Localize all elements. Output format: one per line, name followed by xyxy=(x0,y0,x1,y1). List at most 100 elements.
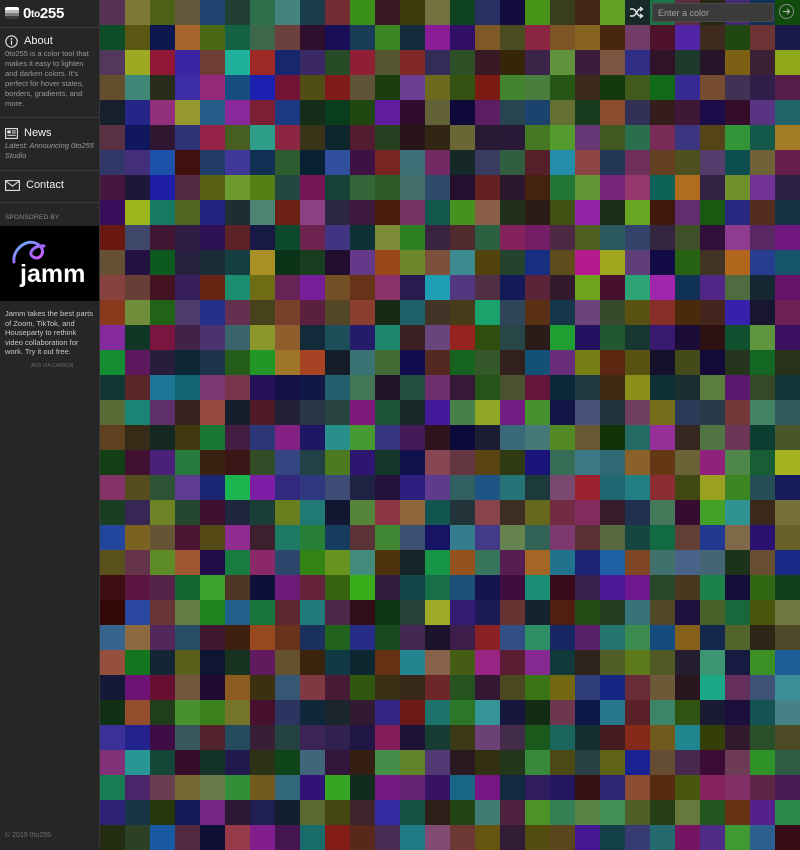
color-swatch[interactable] xyxy=(675,625,700,650)
color-swatch[interactable] xyxy=(600,0,625,25)
color-swatch[interactable] xyxy=(525,525,550,550)
color-swatch[interactable] xyxy=(775,175,800,200)
color-swatch[interactable] xyxy=(575,350,600,375)
color-swatch[interactable] xyxy=(725,325,750,350)
color-swatch[interactable] xyxy=(725,275,750,300)
color-swatch[interactable] xyxy=(475,525,500,550)
color-swatch[interactable] xyxy=(325,125,350,150)
color-swatch[interactable] xyxy=(700,475,725,500)
color-swatch[interactable] xyxy=(625,800,650,825)
color-swatch[interactable] xyxy=(375,525,400,550)
color-swatch[interactable] xyxy=(450,600,475,625)
color-swatch[interactable] xyxy=(175,300,200,325)
color-swatch[interactable] xyxy=(450,750,475,775)
color-swatch[interactable] xyxy=(425,75,450,100)
color-swatch[interactable] xyxy=(100,50,125,75)
color-swatch[interactable] xyxy=(750,425,775,450)
color-swatch[interactable] xyxy=(175,825,200,850)
color-swatch[interactable] xyxy=(775,600,800,625)
color-swatch[interactable] xyxy=(550,175,575,200)
color-swatch[interactable] xyxy=(100,75,125,100)
color-swatch[interactable] xyxy=(600,325,625,350)
color-swatch[interactable] xyxy=(575,125,600,150)
color-swatch[interactable] xyxy=(275,275,300,300)
color-swatch[interactable] xyxy=(775,100,800,125)
carbon-label[interactable]: ADS VIA CARBON xyxy=(31,363,73,369)
color-swatch[interactable] xyxy=(775,675,800,700)
color-swatch[interactable] xyxy=(175,725,200,750)
color-swatch[interactable] xyxy=(100,625,125,650)
color-swatch[interactable] xyxy=(350,775,375,800)
color-swatch[interactable] xyxy=(700,825,725,850)
color-swatch[interactable] xyxy=(300,550,325,575)
color-swatch[interactable] xyxy=(325,500,350,525)
color-swatch[interactable] xyxy=(500,375,525,400)
color-swatch[interactable] xyxy=(275,625,300,650)
color-swatch[interactable] xyxy=(750,125,775,150)
color-swatch[interactable] xyxy=(250,550,275,575)
color-swatch[interactable] xyxy=(475,700,500,725)
app-logo[interactable]: 0to255 xyxy=(5,4,64,22)
color-swatch[interactable] xyxy=(100,750,125,775)
color-swatch[interactable] xyxy=(200,650,225,675)
color-swatch[interactable] xyxy=(725,550,750,575)
color-swatch[interactable] xyxy=(300,800,325,825)
color-swatch[interactable] xyxy=(275,450,300,475)
color-swatch[interactable] xyxy=(225,400,250,425)
color-swatch[interactable] xyxy=(350,50,375,75)
color-swatch[interactable] xyxy=(725,175,750,200)
color-swatch[interactable] xyxy=(175,550,200,575)
color-swatch[interactable] xyxy=(775,450,800,475)
color-swatch[interactable] xyxy=(200,450,225,475)
color-swatch[interactable] xyxy=(675,150,700,175)
color-swatch[interactable] xyxy=(650,400,675,425)
color-swatch[interactable] xyxy=(525,125,550,150)
color-swatch[interactable] xyxy=(775,625,800,650)
color-swatch[interactable] xyxy=(575,200,600,225)
color-swatch[interactable] xyxy=(525,150,550,175)
color-swatch[interactable] xyxy=(425,200,450,225)
color-input[interactable] xyxy=(652,3,774,22)
color-swatch[interactable] xyxy=(300,325,325,350)
color-swatch[interactable] xyxy=(725,625,750,650)
color-swatch[interactable] xyxy=(500,200,525,225)
color-swatch[interactable] xyxy=(700,725,725,750)
color-swatch[interactable] xyxy=(575,325,600,350)
color-swatch[interactable] xyxy=(575,800,600,825)
color-swatch[interactable] xyxy=(775,800,800,825)
color-swatch[interactable] xyxy=(775,200,800,225)
color-swatch[interactable] xyxy=(350,525,375,550)
color-swatch[interactable] xyxy=(525,25,550,50)
color-swatch[interactable] xyxy=(300,650,325,675)
color-swatch[interactable] xyxy=(350,75,375,100)
color-swatch[interactable] xyxy=(550,650,575,675)
color-swatch[interactable] xyxy=(675,675,700,700)
color-swatch[interactable] xyxy=(225,775,250,800)
color-swatch[interactable] xyxy=(775,300,800,325)
color-swatch[interactable] xyxy=(200,250,225,275)
color-swatch[interactable] xyxy=(300,825,325,850)
color-swatch[interactable] xyxy=(475,775,500,800)
color-swatch[interactable] xyxy=(200,600,225,625)
color-swatch[interactable] xyxy=(225,525,250,550)
color-swatch[interactable] xyxy=(700,800,725,825)
color-swatch[interactable] xyxy=(275,500,300,525)
color-swatch[interactable] xyxy=(175,675,200,700)
color-swatch[interactable] xyxy=(500,500,525,525)
color-swatch[interactable] xyxy=(550,525,575,550)
color-swatch[interactable] xyxy=(675,325,700,350)
color-swatch[interactable] xyxy=(500,550,525,575)
color-swatch[interactable] xyxy=(375,675,400,700)
color-swatch[interactable] xyxy=(100,200,125,225)
color-swatch[interactable] xyxy=(575,750,600,775)
color-swatch[interactable] xyxy=(450,675,475,700)
color-swatch[interactable] xyxy=(175,150,200,175)
color-swatch[interactable] xyxy=(650,450,675,475)
color-swatch[interactable] xyxy=(200,200,225,225)
color-swatch[interactable] xyxy=(625,50,650,75)
color-swatch[interactable] xyxy=(125,125,150,150)
color-swatch[interactable] xyxy=(125,800,150,825)
color-swatch[interactable] xyxy=(300,525,325,550)
color-swatch[interactable] xyxy=(225,500,250,525)
color-swatch[interactable] xyxy=(250,675,275,700)
